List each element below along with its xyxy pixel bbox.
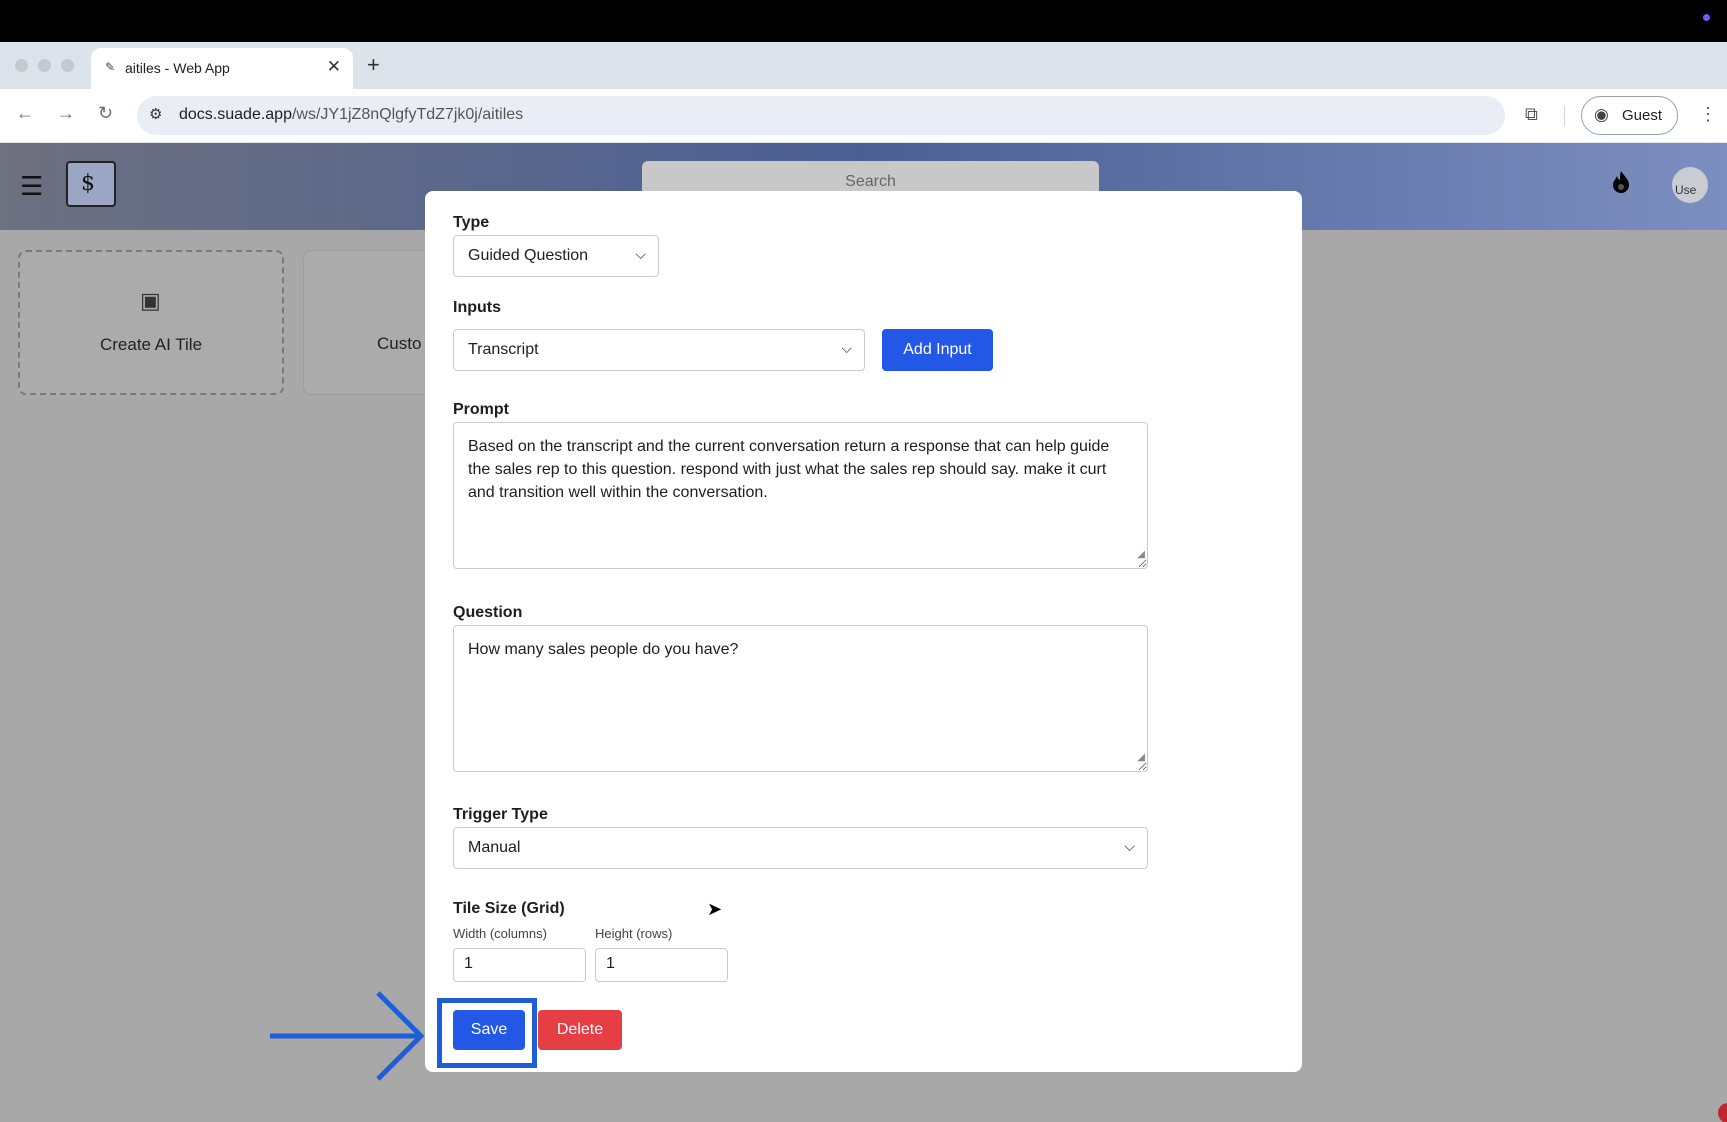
app-logo[interactable]: $ bbox=[66, 161, 116, 207]
trigger-type-value: Manual bbox=[468, 839, 521, 856]
window-minimize-button[interactable] bbox=[38, 59, 51, 72]
profile-label: Guest bbox=[1622, 107, 1663, 124]
type-select[interactable]: Guided Question ⌵ bbox=[453, 235, 659, 277]
resize-handle-icon[interactable]: ◢ bbox=[1137, 543, 1145, 566]
status-dot-icon bbox=[1703, 14, 1710, 21]
back-arrow-icon[interactable]: ← bbox=[16, 103, 34, 124]
avatar-alt-text: Use bbox=[1675, 183, 1697, 197]
question-textarea[interactable]: How many sales people do you have? ◢ bbox=[453, 625, 1148, 772]
toolbar-divider bbox=[1564, 106, 1565, 126]
type-value: Guided Question bbox=[468, 247, 589, 264]
forward-arrow-icon[interactable]: → bbox=[57, 103, 75, 124]
lens-search-icon[interactable]: ⧉ bbox=[1525, 104, 1538, 125]
mouse-cursor-icon: ➤ bbox=[707, 899, 723, 919]
resize-handle-icon[interactable]: ◢ bbox=[1137, 746, 1145, 769]
reload-icon[interactable]: ↻ bbox=[98, 103, 113, 124]
url-text[interactable]: docs.suade.app/ws/JY1jZ8nQlgfyTdZ7jk0j/a… bbox=[179, 106, 523, 124]
height-input[interactable]: 1 bbox=[595, 948, 728, 982]
create-ai-tile-card[interactable]: ▣ Create AI Tile bbox=[18, 250, 284, 395]
chip-icon: ▣ bbox=[140, 288, 161, 313]
type-label: Type bbox=[453, 214, 490, 231]
annotation-arrow-icon bbox=[270, 991, 425, 1081]
annotation-highlight-box bbox=[437, 998, 537, 1068]
delete-button[interactable]: Delete bbox=[538, 1010, 622, 1050]
new-tab-button[interactable]: + bbox=[367, 52, 380, 78]
site-info-icon[interactable]: ⚙ bbox=[149, 105, 162, 123]
tab-favicon-icon: ✎ bbox=[105, 60, 116, 74]
edit-tile-modal: Type Guided Question ⌵ Inputs Transcript… bbox=[425, 191, 1302, 1072]
avatar[interactable]: Use bbox=[1672, 167, 1708, 203]
browser-tab[interactable]: ✎ aitiles - Web App ✕ bbox=[91, 48, 353, 89]
trigger-type-label: Trigger Type bbox=[453, 806, 548, 823]
corner-badge bbox=[1718, 1103, 1727, 1122]
browser-menu-icon[interactable]: ⋮ bbox=[1699, 104, 1717, 125]
search-placeholder: Search bbox=[845, 173, 896, 190]
height-label: Height (rows) bbox=[595, 926, 673, 941]
question-label: Question bbox=[453, 604, 523, 621]
chevron-down-icon: ⌵ bbox=[635, 246, 646, 262]
address-bar[interactable]: ⚙ docs.suade.app/ws/JY1jZ8nQlgfyTdZ7jk0j… bbox=[137, 96, 1505, 135]
window-zoom-button[interactable] bbox=[61, 59, 74, 72]
inputs-select[interactable]: Transcript ⌵ bbox=[453, 329, 865, 371]
trigger-type-select[interactable]: Manual ⌵ bbox=[453, 827, 1148, 869]
card-label: Create AI Tile bbox=[99, 335, 203, 354]
tile-size-label: Tile Size (Grid) bbox=[453, 900, 565, 917]
question-text: How many sales people do you have? bbox=[468, 641, 739, 658]
width-label: Width (columns) bbox=[453, 926, 547, 941]
url-path: /ws/JY1jZ8nQlgfyTdZ7jk0j/aitiles bbox=[291, 106, 524, 123]
add-input-button[interactable]: Add Input bbox=[882, 329, 993, 371]
os-menu-bar bbox=[0, 0, 1727, 42]
profile-icon: ◉ bbox=[1594, 105, 1609, 124]
chevron-down-icon: ⌵ bbox=[841, 340, 852, 356]
prompt-text: Based on the transcript and the current … bbox=[468, 438, 1110, 501]
hamburger-icon[interactable]: ☰ bbox=[20, 171, 43, 202]
window-close-button[interactable] bbox=[15, 59, 28, 72]
width-input[interactable]: 1 bbox=[453, 948, 586, 982]
prompt-textarea[interactable]: Based on the transcript and the current … bbox=[453, 422, 1148, 569]
url-domain: docs.suade.app bbox=[179, 106, 292, 123]
profile-button[interactable]: ◉ Guest bbox=[1581, 96, 1678, 135]
logo-glyph: $ bbox=[81, 171, 95, 196]
prompt-label: Prompt bbox=[453, 401, 509, 418]
tab-close-icon[interactable]: ✕ bbox=[327, 57, 341, 77]
flame-icon[interactable] bbox=[1610, 170, 1632, 194]
tab-title: aitiles - Web App bbox=[125, 60, 230, 76]
inputs-label: Inputs bbox=[453, 299, 501, 316]
chevron-down-icon: ⌵ bbox=[1124, 838, 1135, 854]
inputs-value: Transcript bbox=[468, 341, 539, 358]
